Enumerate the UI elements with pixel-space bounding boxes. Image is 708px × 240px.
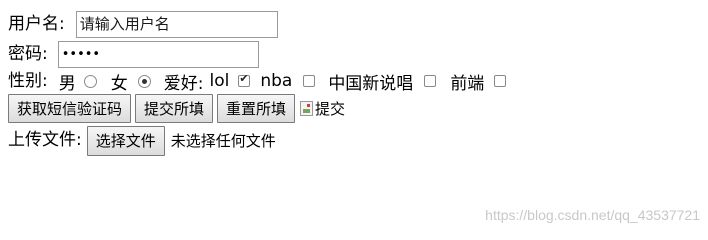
username-input[interactable]: 请输入用户名	[75, 10, 278, 38]
reset-button[interactable]: 重置所填	[217, 94, 296, 123]
button-row: 获取短信验证码 提交所填 重置所填 提交	[8, 94, 345, 123]
upload-label: 上传文件:	[8, 130, 82, 150]
submit-button[interactable]: 提交所填	[135, 94, 214, 123]
password-input[interactable]: •••••	[57, 40, 259, 68]
get-sms-code-button[interactable]: 获取短信验证码	[8, 94, 132, 123]
gender-male-radio[interactable]	[83, 74, 97, 88]
username-label: 用户名:	[8, 13, 65, 34]
password-label: 密码:	[8, 43, 48, 64]
hobby-rap-checkbox[interactable]	[424, 75, 437, 87]
gender-label: 性别:	[8, 70, 48, 91]
gender-female-label: 女	[110, 73, 128, 94]
hobby-lol-label: lol	[209, 71, 230, 91]
broken-image-icon	[300, 101, 314, 116]
gender-female-radio[interactable]	[137, 74, 151, 88]
upload-row: 上传文件: 选择文件 未选择任何文件	[8, 125, 276, 156]
hobby-nba-label: nba	[260, 71, 293, 91]
image-submit-button[interactable]: 提交	[300, 98, 345, 119]
gender-hobby-row: 性别: 男 女 爱好: lol nba 中国新说唱 前端	[8, 69, 507, 94]
hobby-nba-checkbox[interactable]	[303, 75, 316, 87]
hobby-lol-checkbox[interactable]	[238, 72, 251, 87]
username-row: 用户名: 请输入用户名	[8, 10, 278, 38]
hobby-rap-label: 中国新说唱	[328, 73, 414, 94]
hobby-label: 爱好:	[163, 73, 204, 94]
file-status-text: 未选择任何文件	[170, 132, 276, 150]
hobby-frontend-checkbox[interactable]	[494, 75, 507, 87]
hobby-frontend-label: 前端	[450, 73, 485, 94]
choose-file-button[interactable]: 选择文件	[86, 125, 165, 156]
password-row: 密码: •••••	[8, 40, 259, 68]
gender-male-label: 男	[58, 73, 76, 94]
image-submit-alt-text: 提交	[315, 100, 346, 118]
watermark: https://blog.csdn.net/qq_43537721	[485, 207, 700, 223]
